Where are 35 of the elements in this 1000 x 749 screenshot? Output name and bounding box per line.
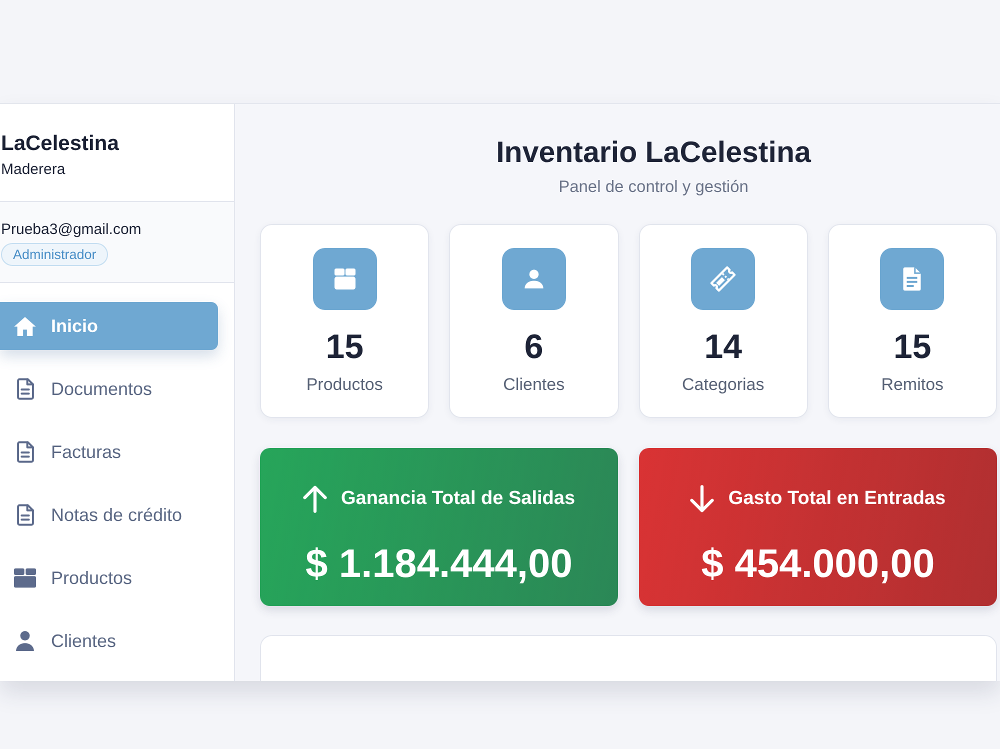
- document-icon: [16, 378, 34, 400]
- box-icon: [312, 248, 377, 310]
- stat-label: Remitos: [881, 374, 944, 396]
- stat-value: 14: [704, 328, 742, 366]
- page-title: Inventario LaCelestina: [495, 135, 812, 171]
- arrow-down-icon: [690, 485, 714, 513]
- arrow-up-icon: [302, 485, 327, 513]
- stat-label: Clientes: [503, 374, 565, 396]
- ticket-icon: [691, 248, 756, 310]
- nav-item[interactable]: Documentos: [0, 365, 218, 413]
- total-label: Ganancia Total de Salidas: [340, 487, 576, 511]
- stat-label: Categorias: [682, 374, 764, 396]
- person-icon: [502, 248, 566, 310]
- nav-item[interactable]: Notas de crédito: [0, 491, 218, 539]
- role-badge: Administrador: [1, 243, 108, 266]
- document-icon: [880, 248, 944, 310]
- nav-item[interactable]: Clientes: [0, 617, 218, 665]
- document-icon: [16, 504, 34, 526]
- brand-subtitle: Maderera: [1, 160, 66, 180]
- document-icon: [16, 441, 34, 463]
- person-icon: [16, 631, 34, 651]
- nav-item[interactable]: Productos: [0, 554, 218, 602]
- stat-value: 15: [893, 328, 932, 366]
- box-icon: [14, 568, 36, 588]
- user-email: Prueba3@gmail.com: [1, 220, 142, 240]
- brand-name: LaCelestina: [1, 131, 120, 157]
- nav-item[interactable]: Facturas: [0, 428, 218, 476]
- stat-label: Productos: [306, 374, 383, 396]
- total-label: Gasto Total en Entradas: [728, 487, 946, 511]
- home-icon: [14, 316, 36, 336]
- page-subtitle: Panel de control y gestión: [558, 177, 750, 198]
- total-amount: $ 454.000,00: [700, 541, 936, 588]
- stat-value: 6: [524, 328, 544, 366]
- total-amount: $ 1.184.444,00: [304, 541, 574, 588]
- stat-value: 15: [326, 328, 364, 366]
